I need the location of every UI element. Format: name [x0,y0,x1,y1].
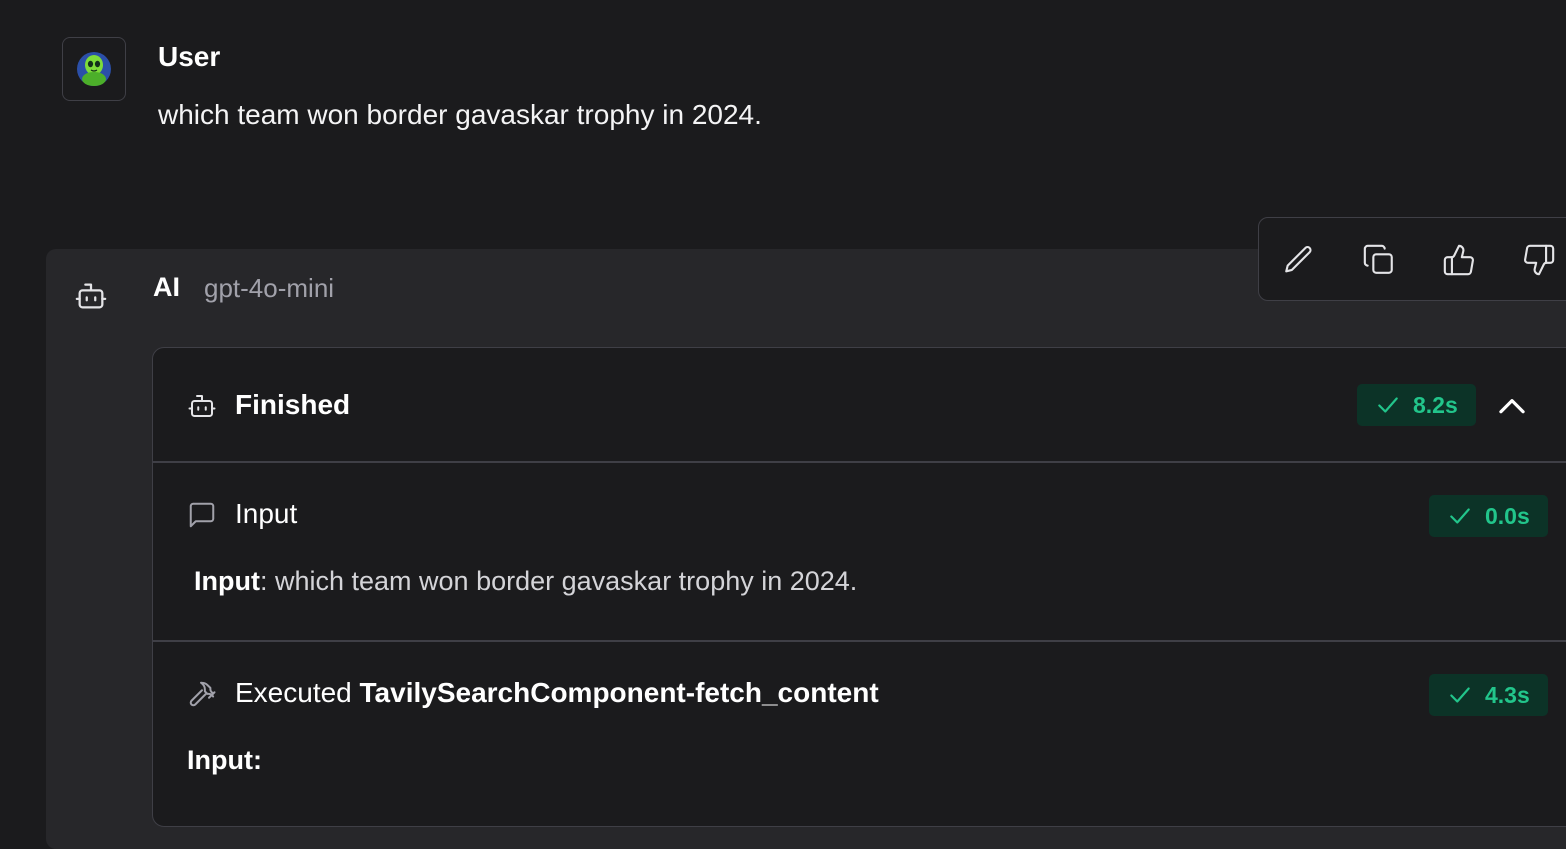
duration-text: 4.3s [1485,681,1530,708]
user-message: User which team won border gavaskar trop… [62,37,1262,147]
duration-badge: 8.2s [1357,384,1476,426]
duration-text: 0.0s [1485,502,1530,529]
steps-status: Finished [235,389,351,420]
thumbs-up-button[interactable] [1437,238,1481,282]
ai-author: AI [153,272,180,302]
step-title: Input [235,498,298,529]
edit-button[interactable] [1277,238,1321,282]
hammer-icon [189,681,216,707]
check-icon [1378,397,1398,413]
copy-button[interactable] [1357,238,1401,282]
thumbs-down-button[interactable] [1517,238,1561,282]
step-body-label: Input [194,566,260,596]
message-actions-toolbar [1258,217,1566,301]
agent-steps-card: Finished 8.2s Input 0.0s Input: which te… [152,347,1566,827]
message-square-icon [189,502,215,528]
step-title: Executed TavilySearchComponent-fetch_con… [235,677,879,709]
pencil-icon [1285,246,1312,273]
step-title-prefix: Executed [235,677,360,708]
steps-summary-header[interactable]: Finished 8.2s [153,348,1566,462]
thumbs-up-icon [1443,244,1474,276]
user-name: User [158,41,221,72]
check-icon [1450,508,1470,524]
user-avatar [62,37,126,101]
copy-icon [1363,244,1393,274]
tool-name: TavilySearchComponent-fetch_content [359,677,879,708]
step-tool-execution: Executed TavilySearchComponent-fetch_con… [153,641,1566,826]
duration-badge: 0.0s [1429,495,1548,537]
thumbs-down-icon [1524,244,1555,276]
bot-icon [75,283,107,309]
step-body: Input: [187,745,262,776]
step-body-text: : which team won border gavaskar trophy … [259,566,858,596]
user-message-text: which team won border gavaskar trophy in… [158,99,762,130]
duration-text: 8.2s [1413,391,1458,418]
duration-badge: 4.3s [1429,674,1548,716]
chevron-up-icon[interactable] [1493,388,1531,426]
check-icon [1450,687,1470,703]
bot-icon [188,395,216,417]
step-body-label: Input: [187,745,262,775]
alien-avatar-icon [77,52,111,86]
step-body: Input: which team won border gavaskar tr… [194,566,857,597]
model-name: gpt-4o-mini [204,273,335,303]
step-input: Input 0.0s Input: which team won border … [153,462,1566,640]
